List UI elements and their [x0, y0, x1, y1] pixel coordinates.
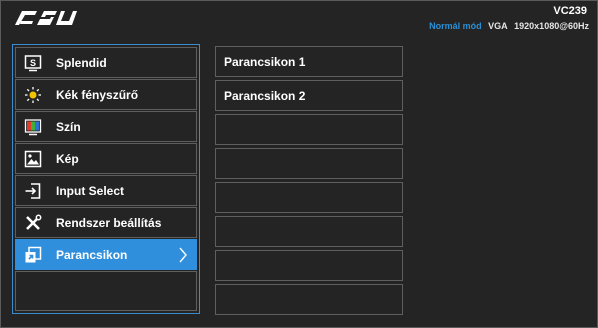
- submenu-item-label: Parancsikon 1: [224, 55, 306, 69]
- model-name: VC239: [553, 5, 587, 17]
- submenu-item-empty: [215, 148, 403, 179]
- menu-item-blue-light[interactable]: Kék fényszűrő: [15, 79, 197, 110]
- menu-item-label: Kék fényszűrő: [56, 88, 139, 102]
- menu-item-splendid[interactable]: S Splendid: [15, 47, 197, 78]
- osd-frame: VC239 Normál mód VGA 1920x1080@60Hz S Sp…: [0, 0, 598, 328]
- submenu-item-shortcut-2[interactable]: Parancsikon 2: [215, 80, 403, 111]
- menu-item-empty: [15, 271, 197, 311]
- resolution: 1920x1080@60Hz: [514, 21, 589, 31]
- input-select-icon: [25, 183, 41, 199]
- menu-item-label: Kép: [56, 152, 79, 166]
- menu-item-image[interactable]: Kép: [15, 143, 197, 174]
- menu-item-label: Parancsikon: [56, 248, 128, 262]
- menu-item-shortcut[interactable]: Parancsikon: [15, 239, 197, 270]
- submenu-item-label: Parancsikon 2: [224, 89, 306, 103]
- submenu-item-shortcut-1[interactable]: Parancsikon 1: [215, 46, 403, 77]
- color-icon: [24, 119, 42, 136]
- submenu-item-empty: [215, 284, 403, 315]
- osd-header: VC239 Normál mód VGA 1920x1080@60Hz: [1, 1, 597, 35]
- image-icon: [24, 150, 42, 168]
- menu-item-system-setup[interactable]: Rendszer beállítás: [15, 207, 197, 238]
- submenu-item-empty: [215, 114, 403, 145]
- splendid-icon: S: [24, 55, 42, 72]
- system-setup-icon: [26, 214, 42, 230]
- submenu-item-empty: [215, 250, 403, 281]
- shortcut-icon: [25, 246, 42, 263]
- status-line: Normál mód VGA 1920x1080@60Hz: [429, 21, 589, 31]
- menu-item-label: Szín: [56, 120, 81, 134]
- input-source: VGA: [488, 21, 508, 31]
- asus-logo: [15, 11, 77, 25]
- chevron-right-icon: [179, 247, 187, 263]
- submenu: Parancsikon 1 Parancsikon 2: [215, 44, 404, 315]
- submenu-item-empty: [215, 182, 403, 213]
- menu-item-label: Splendid: [56, 56, 107, 70]
- monitor-osd: VC239 Normál mód VGA 1920x1080@60Hz S Sp…: [0, 0, 598, 328]
- svg-text:S: S: [30, 58, 36, 68]
- submenu-item-empty: [215, 216, 403, 247]
- menu-item-label: Input Select: [56, 184, 125, 198]
- main-menu: S Splendid Kék fényszűrő Szín Kép Input …: [12, 44, 200, 314]
- menu-item-label: Rendszer beállítás: [56, 216, 162, 230]
- blue-light-icon: [25, 87, 41, 103]
- menu-item-input-select[interactable]: Input Select: [15, 175, 197, 206]
- mode-label: Normál mód: [429, 21, 482, 31]
- menu-item-color[interactable]: Szín: [15, 111, 197, 142]
